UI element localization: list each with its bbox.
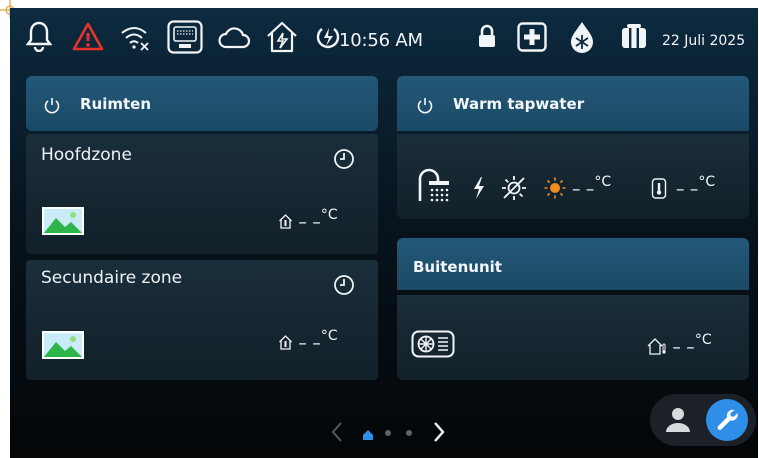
defrost-icon bbox=[568, 20, 596, 54]
rooms-title: Ruimten bbox=[80, 95, 152, 113]
image-placeholder-icon bbox=[41, 330, 85, 364]
wrench-icon[interactable] bbox=[706, 399, 748, 445]
zone-card-secondary[interactable]: Secundaire zone – –°C bbox=[26, 260, 378, 380]
user-service-pill bbox=[650, 394, 756, 446]
solar-temperature: – –°C bbox=[572, 174, 612, 200]
power-lightning-icon bbox=[315, 25, 341, 51]
zone-card-main[interactable]: Hoofdzone – –°C bbox=[26, 134, 378, 254]
shower-icon bbox=[417, 168, 453, 206]
zone-name: Hoofdzone bbox=[41, 145, 132, 165]
page-indicator-dot[interactable] bbox=[406, 430, 412, 436]
outdoor-unit-fan-icon bbox=[411, 330, 455, 362]
image-placeholder-icon bbox=[41, 206, 85, 240]
radiator-icon bbox=[620, 22, 648, 50]
status-bar: 10:56 AM 22 Juli 2025 bbox=[10, 8, 758, 70]
status-date: 22 Juli 2025 bbox=[662, 33, 746, 49]
zone-temperature: – –°C bbox=[278, 328, 338, 354]
warning-icon[interactable] bbox=[72, 22, 104, 52]
sun-icon bbox=[544, 177, 566, 203]
wifi-off-icon bbox=[120, 24, 150, 52]
bell-icon[interactable] bbox=[26, 20, 52, 52]
cloud-icon bbox=[217, 27, 251, 49]
solar-off-icon bbox=[501, 175, 527, 205]
power-icon[interactable] bbox=[44, 96, 60, 118]
outdoor-temperature: – –°C bbox=[647, 332, 712, 358]
zone-temperature: – –°C bbox=[278, 207, 338, 233]
device-screen: 10:56 AM 22 Juli 2025 Ruimten Hoofdzone bbox=[10, 8, 758, 458]
medical-cross-icon bbox=[517, 22, 547, 52]
hot-water-card[interactable]: Warm tapwater – –°C – –°C bbox=[397, 76, 749, 219]
outdoor-unit-card[interactable]: Buitenunit – –°C bbox=[397, 238, 749, 380]
user-icon[interactable] bbox=[664, 406, 692, 438]
home-power-icon bbox=[265, 20, 299, 54]
rooms-card-header[interactable]: Ruimten bbox=[26, 76, 378, 131]
tank-temperature: – –°C bbox=[676, 174, 716, 200]
network-port-icon bbox=[167, 20, 203, 54]
page-indicator-active[interactable] bbox=[362, 426, 374, 445]
clock-icon[interactable] bbox=[333, 274, 355, 300]
clock-icon[interactable] bbox=[333, 148, 355, 174]
zone-name: Secundaire zone bbox=[41, 268, 183, 288]
next-page-button[interactable] bbox=[433, 421, 445, 447]
outdoor-unit-title: Buitenunit bbox=[413, 258, 502, 276]
clock-time: 10:56 AM bbox=[339, 30, 423, 51]
tank-thermometer-icon bbox=[651, 177, 667, 203]
hot-water-title: Warm tapwater bbox=[453, 95, 585, 113]
page-indicator-dot[interactable] bbox=[385, 430, 391, 436]
lock-icon bbox=[477, 24, 497, 48]
prev-page-button[interactable] bbox=[331, 421, 343, 447]
lightning-icon bbox=[472, 176, 486, 204]
power-icon[interactable] bbox=[417, 96, 433, 118]
